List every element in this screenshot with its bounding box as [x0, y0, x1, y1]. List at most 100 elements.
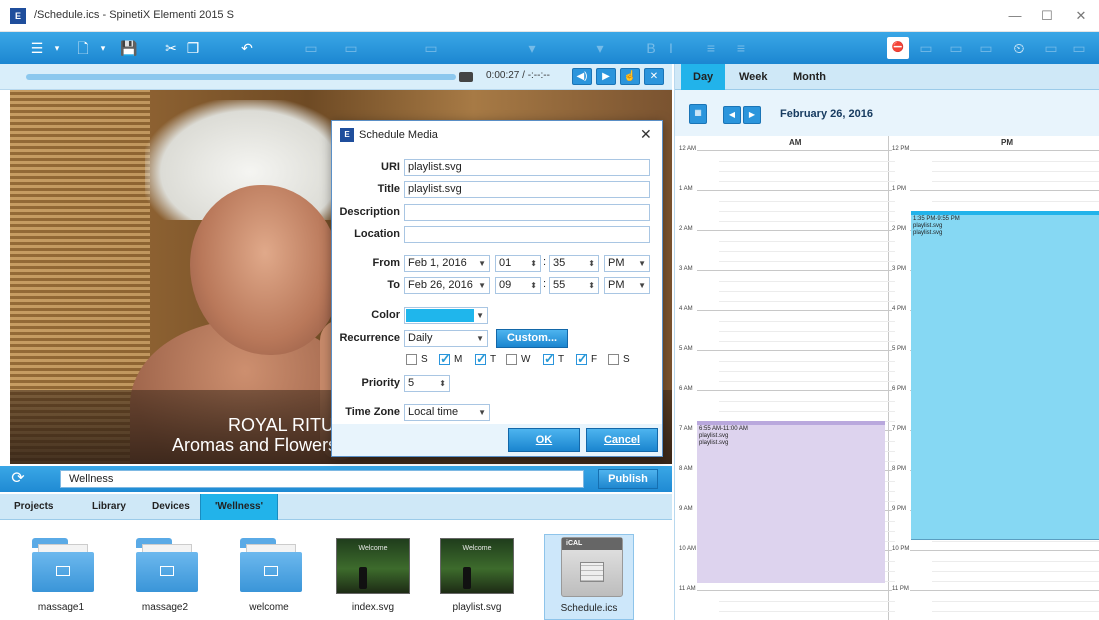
day-checkbox-friday[interactable]: [576, 351, 588, 367]
tab-projects[interactable]: Projects: [4, 494, 63, 520]
tab-devices[interactable]: Devices: [142, 494, 200, 520]
half-hour-line: [932, 571, 1099, 572]
tab-wellness[interactable]: 'Wellness': [200, 494, 278, 520]
cut-icon[interactable]: ✂: [160, 37, 182, 59]
calendar-picker-icon[interactable]: ▦: [689, 104, 707, 124]
align-icon[interactable]: ▭: [340, 37, 362, 59]
calendar-event[interactable]: 1:35 PM-9:55 PM playlist.svg playlist.sv…: [911, 211, 1099, 540]
custom-button[interactable]: Custom...: [496, 329, 568, 348]
size-select[interactable]: ▾: [580, 37, 620, 59]
tab-library[interactable]: Library: [82, 494, 136, 520]
hour-label: 11 AM: [679, 586, 697, 592]
from-hour-spinner[interactable]: 01 ⬍: [495, 255, 541, 272]
ok-button[interactable]: OK: [508, 428, 580, 452]
undo-icon[interactable]: ↶: [236, 37, 258, 59]
day-checkbox-thursday[interactable]: [543, 351, 555, 367]
recurrence-select[interactable]: Daily ▼: [404, 330, 488, 347]
hour-row[interactable]: [697, 270, 895, 310]
refresh-icon[interactable]: ⟳: [8, 469, 28, 489]
to-ampm-select[interactable]: PM ▼: [604, 277, 650, 294]
title-field[interactable]: playlist.svg: [404, 181, 650, 198]
folder-item[interactable]: massage1: [16, 528, 106, 620]
day-checkbox-monday[interactable]: [439, 351, 451, 367]
new-file-icon[interactable]: 🗋: [72, 37, 94, 59]
event-sync-icon[interactable]: ▭: [1040, 37, 1062, 59]
next-day-button[interactable]: ▶: [743, 106, 761, 124]
stop-icon[interactable]: [459, 72, 473, 82]
add-event-icon[interactable]: ⏲: [1008, 37, 1030, 59]
event-copy-icon[interactable]: ▭: [945, 37, 967, 59]
timezone-select[interactable]: Local time ▼: [404, 404, 490, 421]
font-select[interactable]: ▾: [492, 37, 572, 59]
close-icon[interactable]: ✕: [640, 126, 652, 143]
folder-item[interactable]: welcome: [224, 528, 314, 620]
file-name: welcome: [249, 602, 289, 613]
dropdown-icon[interactable]: ▾: [46, 37, 68, 59]
hour-row[interactable]: [910, 550, 1099, 590]
day-checkbox-tuesday[interactable]: [475, 351, 487, 367]
search-input[interactable]: Wellness: [60, 470, 584, 488]
tab-week[interactable]: Week: [727, 64, 780, 90]
close-button[interactable]: ✕: [1064, 6, 1098, 26]
hour-row[interactable]: [697, 150, 895, 190]
prev-day-button[interactable]: ◀: [723, 106, 741, 124]
volume-icon[interactable]: ◀): [572, 68, 592, 85]
new-dropdown-icon[interactable]: ▾: [92, 37, 114, 59]
from-date-select[interactable]: Feb 1, 2016 ▼: [404, 255, 490, 272]
to-minute-spinner[interactable]: 55 ⬍: [549, 277, 599, 294]
save-icon[interactable]: 💾: [118, 37, 140, 59]
day-checkbox-sunday[interactable]: [406, 354, 417, 365]
to-hour-spinner[interactable]: 09 ⬍: [495, 277, 541, 294]
copy-icon[interactable]: ❐: [182, 37, 204, 59]
to-date-select[interactable]: Feb 26, 2016 ▼: [404, 277, 490, 294]
calendar-event[interactable]: 6:55 AM-11:00 AM playlist.svg playlist.s…: [697, 421, 885, 583]
day-checkbox-wednesday[interactable]: [506, 354, 517, 365]
svg-file-item[interactable]: Welcome index.svg: [328, 528, 418, 620]
hour-row[interactable]: [910, 590, 1099, 620]
hour-row[interactable]: [697, 350, 895, 390]
day-checkbox-saturday[interactable]: [608, 354, 619, 365]
svg-file-item[interactable]: Welcome playlist.svg: [432, 528, 522, 620]
location-field[interactable]: [404, 226, 650, 243]
half-hour-line: [719, 601, 895, 602]
folder-item[interactable]: massage2: [120, 528, 210, 620]
hour-row[interactable]: [697, 590, 895, 620]
description-field[interactable]: [404, 204, 650, 221]
hour-row[interactable]: [697, 230, 895, 270]
tab-month[interactable]: Month: [781, 64, 838, 90]
dialog-footer: OK Cancel: [332, 424, 662, 456]
event-edit-icon[interactable]: ▭: [915, 37, 937, 59]
list-icon[interactable]: ≡: [700, 37, 722, 59]
day-grid[interactable]: AM PM 12 AM 1 AM 2 AM 3 AM 4 AM 5 AM 6 AM 7 AM 8…: [675, 136, 1099, 620]
paste-icon[interactable]: ▭: [300, 37, 322, 59]
italic-icon[interactable]: I: [660, 37, 682, 59]
cancel-button[interactable]: Cancel: [586, 428, 658, 452]
chevron-down-icon: ▼: [478, 259, 486, 268]
search-bar: ⟳ Wellness Publish: [0, 466, 672, 492]
play-icon[interactable]: ▶: [596, 68, 616, 85]
remove-event-icon[interactable]: ⛔: [887, 37, 909, 59]
hour-row[interactable]: [697, 310, 895, 350]
hour-row[interactable]: [697, 190, 895, 230]
maximize-button[interactable]: ☐: [1030, 6, 1064, 26]
indent-icon[interactable]: ≡: [730, 37, 752, 59]
close-preview-icon[interactable]: ✕: [644, 68, 664, 85]
from-ampm-select[interactable]: PM ▼: [604, 255, 650, 272]
from-minute-spinner[interactable]: 35 ⬍: [549, 255, 599, 272]
progress-track[interactable]: [26, 74, 456, 80]
interact-icon[interactable]: ☝: [620, 68, 640, 85]
minimize-button[interactable]: —: [998, 6, 1032, 26]
color-picker[interactable]: ▼: [404, 307, 488, 324]
ics-file-item[interactable]: iCAL Schedule.ics: [544, 534, 634, 620]
layer-icon[interactable]: ▭: [420, 37, 442, 59]
uri-field[interactable]: playlist.svg: [404, 159, 650, 176]
tab-day[interactable]: Day: [681, 64, 726, 90]
hour-label: 9 AM: [679, 506, 694, 512]
bold-icon[interactable]: B: [640, 37, 662, 59]
event-export-icon[interactable]: ▭: [1068, 37, 1090, 59]
menu-icon[interactable]: ☰: [26, 37, 48, 59]
event-paste-icon[interactable]: ▭: [975, 37, 997, 59]
hour-row[interactable]: [910, 150, 1099, 190]
publish-button[interactable]: Publish: [598, 469, 658, 489]
priority-spinner[interactable]: 5 ⬍: [404, 375, 450, 392]
